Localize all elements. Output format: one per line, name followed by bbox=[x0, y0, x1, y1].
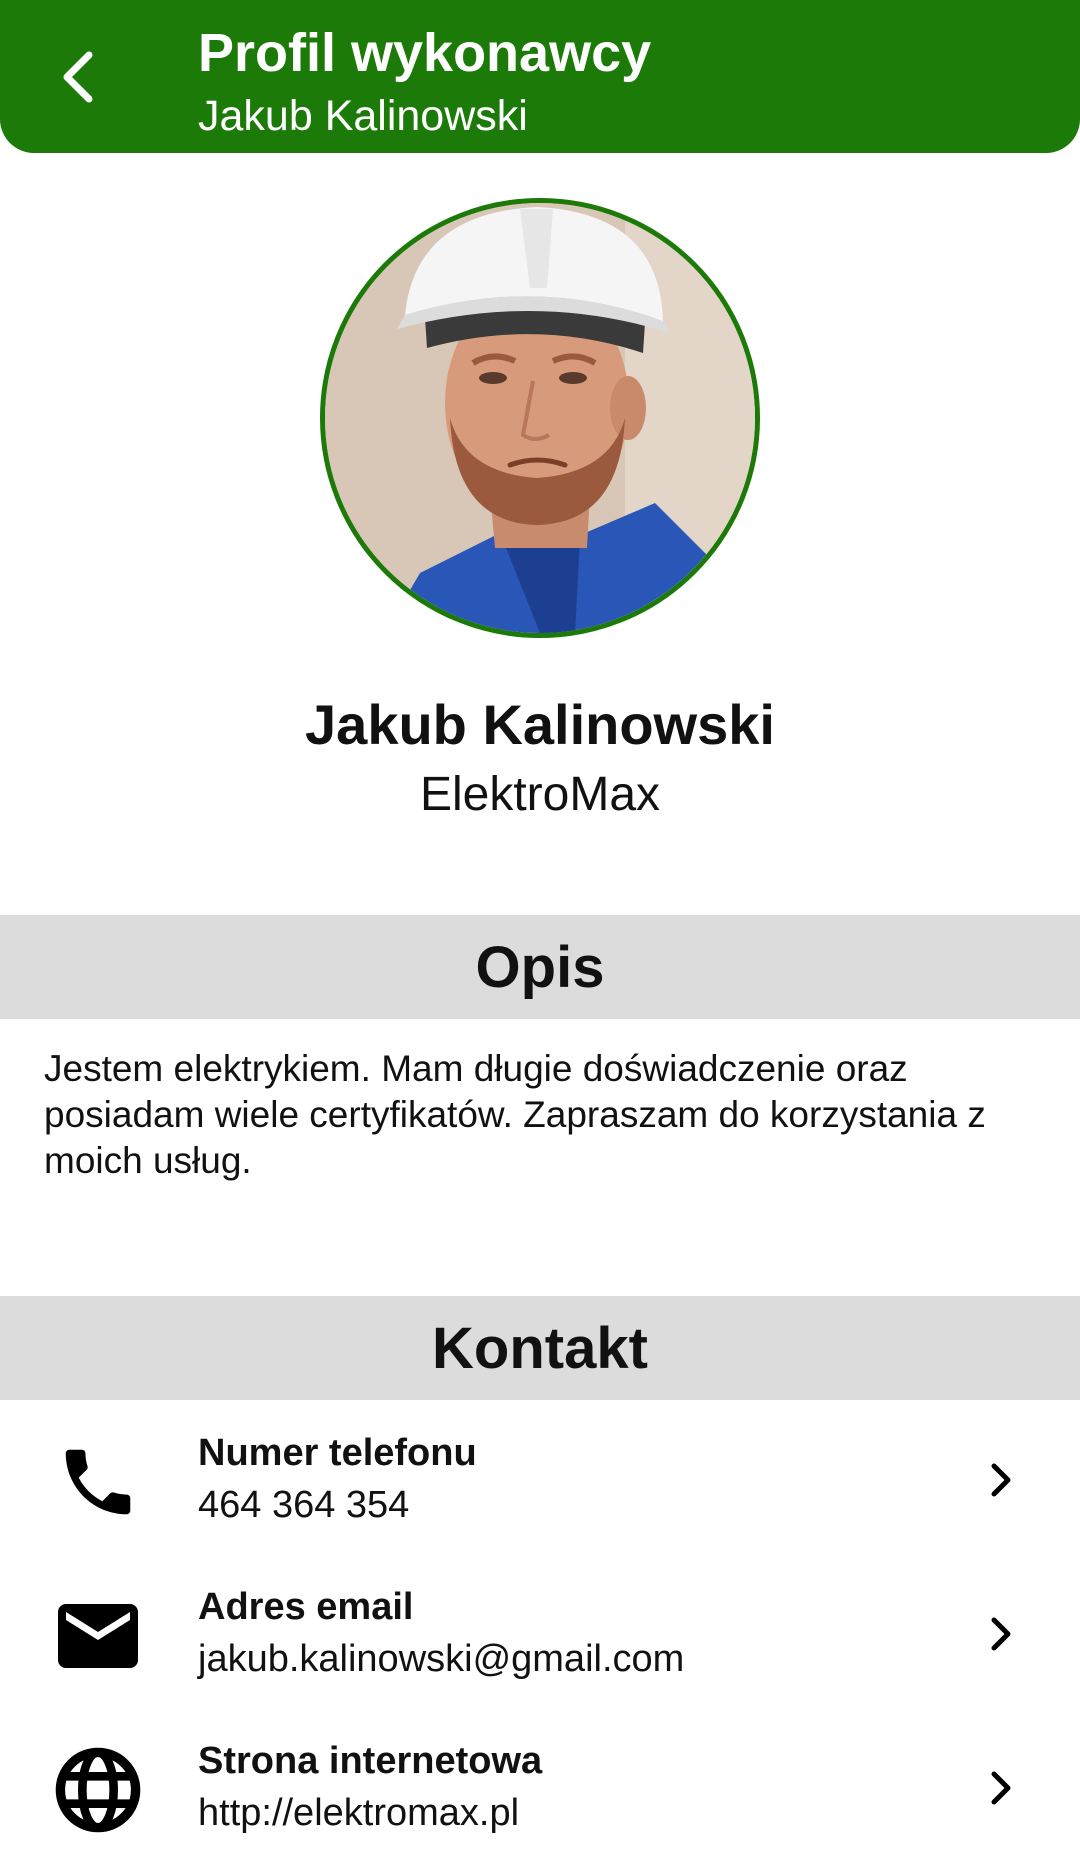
contact-row-phone[interactable]: Numer telefonu 464 364 354 bbox=[0, 1408, 1080, 1548]
profile-company: ElektroMax bbox=[419, 768, 661, 821]
chevron-left-icon bbox=[63, 51, 93, 103]
contact-label: Adres email bbox=[198, 1586, 414, 1628]
contact-value: http://elektromax.pl bbox=[198, 1792, 520, 1834]
app-bar: Profil wykonawcy Jakub Kalinowski bbox=[0, 0, 1080, 153]
contact-label: Numer telefonu bbox=[198, 1432, 477, 1474]
contact-section-header: Kontakt bbox=[0, 1296, 1080, 1400]
contact-value: jakub.kalinowski@gmail.com bbox=[198, 1638, 685, 1680]
contact-value: 464 364 354 bbox=[198, 1484, 410, 1526]
description-section-header: Opis bbox=[0, 915, 1080, 1019]
phone-icon bbox=[48, 1432, 148, 1532]
description-text: Jestem elektrykiem. Mam długie doświadcz… bbox=[44, 1048, 986, 1181]
contact-row-website[interactable]: Strona internetowa http://elektromax.pl bbox=[0, 1716, 1080, 1856]
chevron-right-icon bbox=[991, 1463, 1011, 1497]
contact-row-email[interactable]: Adres email jakub.kalinowski@gmail.com bbox=[0, 1562, 1080, 1702]
mail-icon bbox=[48, 1586, 148, 1686]
page-title: Profil wykonawcy bbox=[198, 23, 652, 83]
avatar bbox=[320, 198, 760, 638]
page-subtitle: Jakub Kalinowski bbox=[198, 92, 528, 140]
contact-label: Strona internetowa bbox=[198, 1740, 543, 1782]
back-button[interactable] bbox=[40, 36, 114, 118]
profile-name: Jakub Kalinowski bbox=[305, 693, 775, 756]
globe-icon bbox=[48, 1740, 148, 1840]
chevron-right-icon bbox=[991, 1617, 1011, 1651]
chevron-right-icon bbox=[991, 1771, 1011, 1805]
